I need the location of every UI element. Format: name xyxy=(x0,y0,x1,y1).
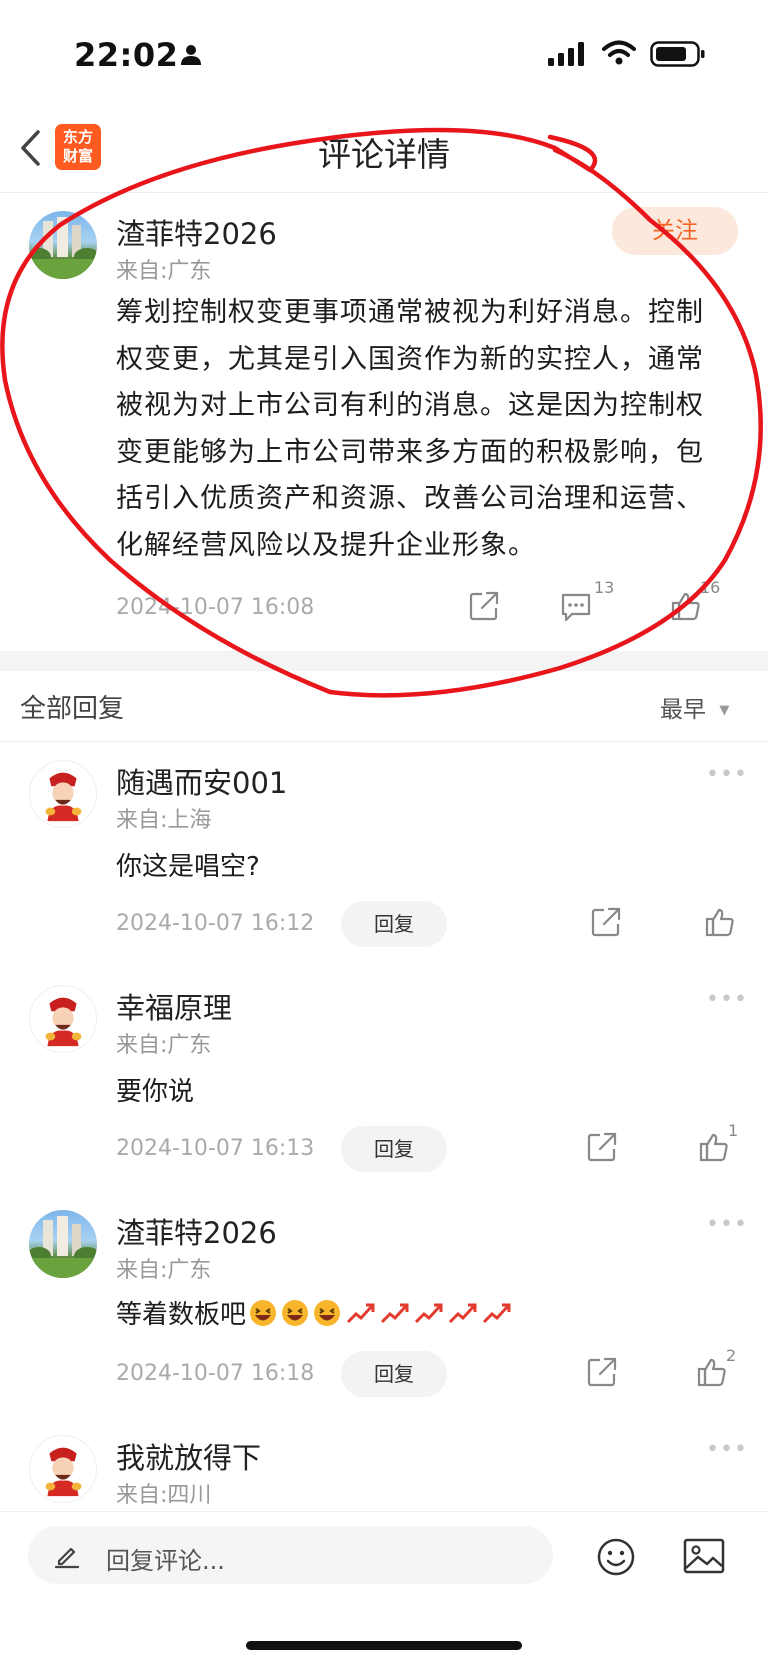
reply-content: 你这是唱空? xyxy=(116,852,260,882)
reply-location: 来自:四川 xyxy=(116,1483,212,1508)
section-separator xyxy=(0,651,768,671)
grinning-squint-emoji-icon xyxy=(282,1299,309,1326)
replies-divider xyxy=(0,741,768,742)
status-time: 22:02 xyxy=(74,36,179,74)
like-icon[interactable] xyxy=(670,590,702,622)
trend-up-icon xyxy=(414,1303,443,1323)
reply-button[interactable]: 回复 xyxy=(341,1351,447,1397)
like-count: 2 xyxy=(726,1346,737,1365)
reply-timestamp: 2024-10-07 16:13 xyxy=(116,1136,315,1161)
more-icon[interactable]: ••• xyxy=(706,987,748,1012)
reply-location: 来自:广东 xyxy=(116,1258,212,1283)
reply-text: 等着数板吧 xyxy=(116,1300,247,1330)
post-location: 来自:广东 xyxy=(116,259,212,284)
reply-username[interactable]: 幸福原理 xyxy=(116,985,232,1027)
all-replies-heading: 全部回复 xyxy=(20,694,125,724)
post-username[interactable]: 渣菲特2026 xyxy=(116,211,277,253)
like-count: 1 xyxy=(728,1121,739,1140)
sort-label: 最早 xyxy=(660,697,706,723)
emoji-icon[interactable] xyxy=(596,1537,636,1577)
like-icon[interactable] xyxy=(704,906,736,938)
chevron-down-icon: ▼ xyxy=(719,703,730,718)
avatar-image xyxy=(29,1216,97,1278)
share-icon[interactable] xyxy=(468,590,500,622)
share-icon[interactable] xyxy=(590,906,622,938)
reply-timestamp: 2024-10-07 16:12 xyxy=(116,911,315,936)
reply-content: 等着数板吧 xyxy=(116,1294,512,1331)
pen-icon xyxy=(54,1547,80,1569)
reply-content: 要你说 xyxy=(116,1077,195,1107)
grinning-squint-emoji-icon xyxy=(250,1299,277,1326)
trend-up-icon xyxy=(380,1303,409,1323)
reply-location: 来自:上海 xyxy=(116,808,212,833)
reply-username[interactable]: 我就放得下 xyxy=(116,1435,261,1477)
avatar[interactable] xyxy=(29,760,97,828)
like-icon[interactable] xyxy=(698,1131,730,1163)
reply-button[interactable]: 回复 xyxy=(341,901,447,947)
list-item: 渣菲特2026 来自:广东 ••• 等着数板吧 2024-10-07 16:18… xyxy=(0,1210,768,1400)
post-timestamp: 2024-10-07 16:08 xyxy=(116,595,315,620)
trend-up-icon xyxy=(448,1303,477,1323)
like-icon[interactable] xyxy=(696,1356,728,1388)
reply-location: 来自:广东 xyxy=(116,1033,212,1058)
reply-timestamp: 2024-10-07 16:18 xyxy=(116,1361,315,1386)
comment-icon[interactable] xyxy=(560,592,592,622)
share-icon[interactable] xyxy=(586,1131,618,1163)
post-content-line: 化解经营风险以及提升企业形象。 xyxy=(116,529,536,561)
avatar-image xyxy=(29,217,97,279)
list-item: 幸福原理 来自:广东 ••• 要你说 2024-10-07 16:13 回复 1 xyxy=(0,985,768,1175)
reply-input-placeholder[interactable]: 回复评论... xyxy=(106,1541,225,1576)
reply-username[interactable]: 渣菲特2026 xyxy=(116,1210,277,1252)
more-icon[interactable]: ••• xyxy=(706,762,748,787)
wifi-icon xyxy=(602,40,636,65)
post-content: 筹划控制权变更事项通常被视为利好消息。控制 权变更，尤其是引入国资作为新的实控人… xyxy=(116,290,736,569)
post-content-line: 被视为对上市公司有利的消息。这是因为控制权 xyxy=(116,390,704,421)
list-item: 我就放得下 来自:四川 ••• xyxy=(0,1435,768,1511)
home-indicator xyxy=(246,1641,522,1650)
reply-button[interactable]: 回复 xyxy=(341,1126,447,1172)
cellular-signal-icon xyxy=(548,42,584,66)
share-icon[interactable] xyxy=(586,1356,618,1388)
more-icon[interactable]: ••• xyxy=(706,1437,748,1462)
list-item: 随遇而安001 来自:上海 ••• 你这是唱空? 2024-10-07 16:1… xyxy=(0,760,768,950)
page-title: 评论详情 xyxy=(318,135,450,174)
person-icon xyxy=(181,45,201,65)
avatar[interactable] xyxy=(29,985,97,1053)
follow-button[interactable]: 关注 xyxy=(612,207,738,255)
avatar[interactable] xyxy=(29,1210,97,1278)
reply-username[interactable]: 随遇而安001 xyxy=(116,760,287,802)
trend-up-icon xyxy=(346,1303,375,1323)
avatar[interactable] xyxy=(29,211,97,279)
battery-icon xyxy=(650,41,705,67)
header-divider xyxy=(0,192,768,193)
post-content-line: 权变更，尤其是引入国资作为新的实控人，通常 xyxy=(116,343,704,375)
more-icon[interactable]: ••• xyxy=(706,1212,748,1237)
sort-dropdown[interactable]: 最早 ▼ xyxy=(660,690,729,724)
post-content-line: 括引入优质资产和资源、改善公司治理和运营、 xyxy=(116,483,704,514)
post-content-line: 筹划控制权变更事项通常被视为利好消息。控制 xyxy=(116,297,704,328)
like-count: 16 xyxy=(700,578,721,597)
avatar[interactable] xyxy=(29,1435,97,1503)
image-icon[interactable] xyxy=(683,1538,725,1574)
grinning-squint-emoji-icon xyxy=(314,1299,341,1326)
trend-up-icon xyxy=(482,1303,511,1323)
post-content-line: 变更能够为上市公司带来多方面的积极影响，包 xyxy=(116,436,704,468)
comment-count: 13 xyxy=(594,578,615,597)
